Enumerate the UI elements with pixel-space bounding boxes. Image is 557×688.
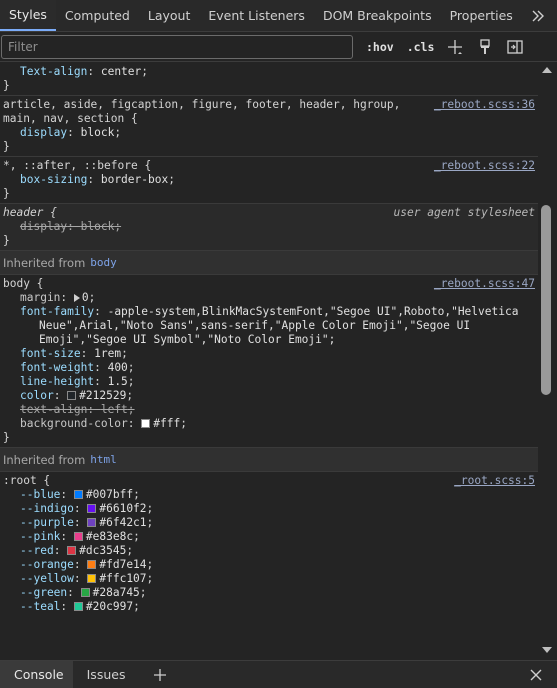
- declaration-font-family-cont: Neue",Arial,"Noto Sans",sans-serif,"Appl…: [39, 319, 471, 332]
- source-link[interactable]: _reboot.scss:36: [434, 98, 535, 112]
- color-swatch[interactable]: [80, 588, 90, 597]
- tab-layout[interactable]: Layout: [139, 0, 200, 31]
- css-variable-declaration[interactable]: --purple: #6f42c1;: [3, 516, 538, 530]
- scroll-up-arrow-icon[interactable]: [542, 67, 552, 73]
- scroll-down-arrow-icon[interactable]: [542, 647, 552, 653]
- color-swatch[interactable]: [73, 602, 83, 611]
- toggle-sidebar-icon[interactable]: [506, 38, 524, 56]
- declaration[interactable]: display: block;: [3, 126, 538, 140]
- color-swatch[interactable]: [87, 504, 97, 513]
- declaration-font-family-cont: Emoji","Segoe UI Symbol","Noto Color Emo…: [39, 333, 336, 346]
- rule-close-brace: }: [3, 234, 10, 247]
- class-toggle-button[interactable]: .cls: [407, 40, 435, 54]
- color-swatch[interactable]: [67, 546, 77, 555]
- tab-dom-breakpoints[interactable]: DOM Breakpoints: [314, 0, 441, 31]
- css-variable-declaration[interactable]: --pink: #e83e8c;: [3, 530, 538, 544]
- overridden-declaration-text-align: text-align: left;: [20, 403, 135, 416]
- user-agent-stylesheet-label: user agent stylesheet: [393, 206, 535, 219]
- expand-triangle-icon[interactable]: [73, 294, 80, 302]
- scrollbar-thumb[interactable]: [541, 205, 551, 395]
- color-swatch[interactable]: [87, 560, 97, 569]
- declaration[interactable]: box-sizing: border-box;: [3, 173, 538, 187]
- color-swatch[interactable]: [87, 518, 97, 527]
- style-rule-root: :root { _root.scss:5 --blue: #007bff; --i…: [0, 472, 538, 616]
- source-link[interactable]: _root.scss:5: [454, 474, 535, 488]
- tab-styles[interactable]: Styles: [0, 0, 56, 31]
- declaration[interactable]: Text-align: center;: [3, 65, 538, 79]
- tab-computed[interactable]: Computed: [56, 0, 139, 31]
- declaration-font-size[interactable]: font-size: 1rem;: [3, 347, 538, 361]
- css-variable-declaration[interactable]: --red: #dc3545;: [3, 544, 538, 558]
- declaration-background-color[interactable]: background-color: #fff;: [3, 417, 538, 431]
- new-style-rule-plus-icon[interactable]: [446, 38, 464, 56]
- css-variable-declaration[interactable]: --blue: #007bff;: [3, 488, 538, 502]
- tab-properties[interactable]: Properties: [441, 0, 522, 31]
- styles-toolbar: :hov .cls: [0, 32, 557, 62]
- vertical-scrollbar[interactable]: [538, 63, 557, 657]
- overridden-declaration: display: block;: [20, 220, 122, 233]
- declaration-line-height[interactable]: line-height: 1.5;: [3, 375, 538, 389]
- css-variable-list: --blue: #007bff; --indigo: #6610f2; --purp…: [3, 488, 538, 614]
- add-drawer-tab-plus-icon[interactable]: [148, 661, 172, 688]
- rule-selector-cont[interactable]: main, nav, section {: [3, 112, 538, 126]
- color-swatch[interactable]: [73, 532, 83, 541]
- color-swatch[interactable]: [73, 490, 83, 499]
- inherited-from-html-header: Inherited from html: [0, 448, 538, 472]
- css-variable-declaration[interactable]: --green: #28a745;: [3, 586, 538, 600]
- declaration-color[interactable]: color: #212529;: [3, 389, 538, 403]
- css-variable-declaration[interactable]: --teal: #20c997;: [3, 600, 538, 614]
- style-rule-universal: *, ::after, ::before { _reboot.scss:22 b…: [0, 157, 538, 204]
- filter-input[interactable]: [1, 34, 353, 59]
- element-state-brush-icon[interactable]: [476, 38, 494, 56]
- color-swatch[interactable]: [67, 391, 77, 400]
- hover-state-button[interactable]: :hov: [366, 40, 394, 54]
- drawer-tab-issues[interactable]: Issues: [73, 661, 135, 688]
- color-swatch[interactable]: [141, 419, 151, 428]
- rule-close-brace: }: [3, 431, 10, 444]
- rule-close-brace: }: [3, 140, 10, 153]
- css-variable-declaration[interactable]: --yellow: #ffc107;: [3, 572, 538, 586]
- style-rule-reboot-display: article, aside, figcaption, figure, foot…: [0, 96, 538, 157]
- bottom-drawer-tabs: Console Issues: [0, 660, 557, 688]
- style-rule-body: body { _reboot.scss:47 margin: 0; font-f…: [0, 275, 538, 448]
- style-rule-partial: Text-align: center; }: [0, 63, 538, 96]
- css-variable-declaration[interactable]: --indigo: #6610f2;: [3, 502, 538, 516]
- rule-close-brace: }: [3, 79, 10, 92]
- inherited-from-body-header: Inherited from body: [0, 251, 538, 275]
- inherited-element-link[interactable]: html: [90, 453, 117, 467]
- declaration-margin[interactable]: margin: 0;: [3, 291, 538, 305]
- more-tabs-chevron-icon[interactable]: [522, 0, 554, 31]
- css-variable-declaration[interactable]: --orange: #fd7e14;: [3, 558, 538, 572]
- declaration-font-weight[interactable]: font-weight: 400;: [3, 361, 538, 375]
- declaration-font-family[interactable]: font-family: -apple-system,BlinkMacSyste…: [3, 305, 538, 319]
- source-link[interactable]: _reboot.scss:47: [434, 277, 535, 291]
- close-drawer-icon[interactable]: [529, 667, 543, 681]
- tab-event-listeners[interactable]: Event Listeners: [199, 0, 314, 31]
- devtools-tab-bar: Styles Computed Layout Event Listeners D…: [0, 0, 557, 32]
- inherited-element-link[interactable]: body: [90, 256, 117, 270]
- color-swatch[interactable]: [87, 574, 97, 583]
- styles-pane: Text-align: center; } article, aside, fi…: [0, 63, 538, 657]
- style-rule-user-agent-header: header { user agent stylesheet display: …: [0, 204, 538, 251]
- source-link[interactable]: _reboot.scss:22: [434, 159, 535, 173]
- rule-close-brace: }: [3, 187, 10, 200]
- drawer-tab-console[interactable]: Console: [0, 661, 73, 688]
